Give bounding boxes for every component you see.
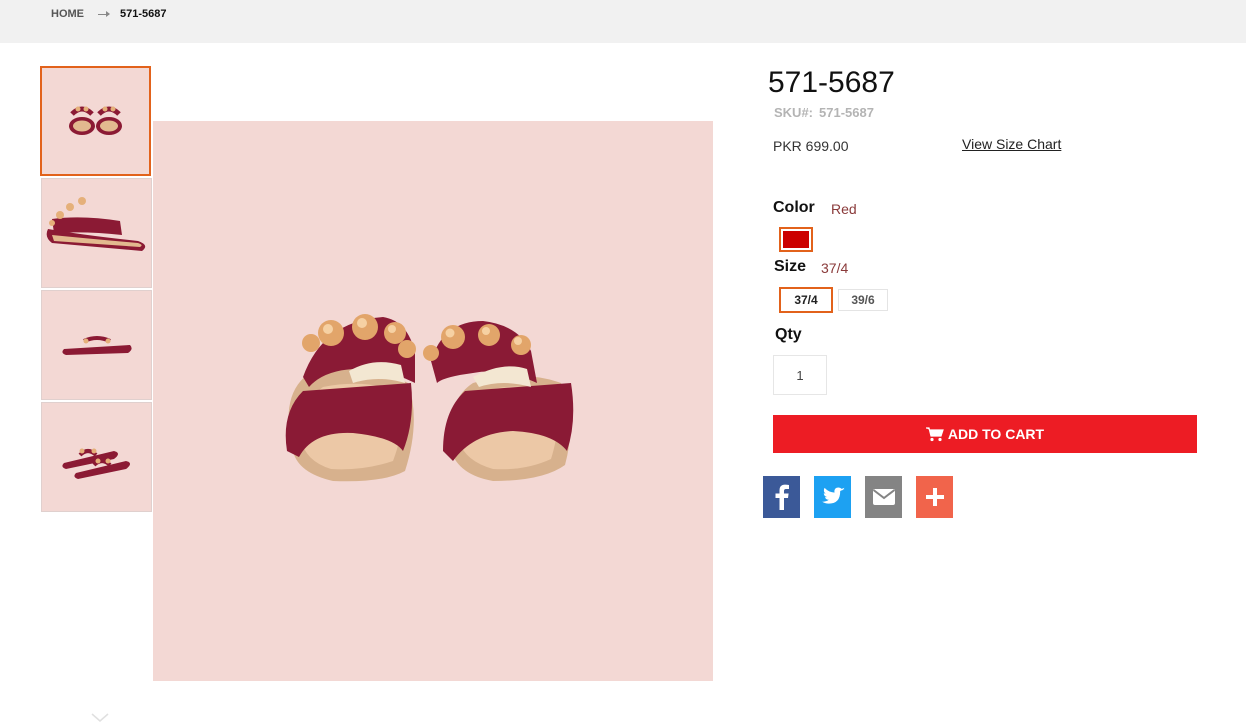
size-value: 37/4	[821, 260, 849, 276]
breadcrumb-bar: HOME 571-5687	[0, 0, 1246, 43]
thumbnail-pair-top[interactable]	[41, 402, 152, 512]
breadcrumb: HOME 571-5687	[51, 8, 167, 20]
size-option-39-6[interactable]: 39/6	[838, 289, 888, 311]
view-size-chart-link[interactable]: View Size Chart	[962, 136, 1061, 152]
sandal-image	[285, 314, 574, 482]
sku-label: SKU#:	[774, 105, 814, 120]
color-label: Color	[773, 199, 815, 216]
plus-icon	[925, 488, 944, 506]
share-email-button[interactable]	[865, 476, 902, 518]
cart-icon	[925, 426, 944, 441]
email-icon	[872, 489, 895, 505]
size-option-37-4[interactable]: 37/4	[779, 287, 833, 313]
breadcrumb-home-link[interactable]: HOME	[51, 8, 84, 20]
thumbnail-front[interactable]	[40, 66, 151, 176]
arrow-right-icon	[98, 10, 110, 17]
qty-label: Qty	[775, 326, 802, 343]
facebook-icon	[775, 484, 789, 510]
share-twitter-button[interactable]	[814, 476, 851, 518]
product-title: 571-5687	[768, 66, 895, 99]
chevron-down-icon[interactable]	[90, 712, 110, 724]
size-label: Size	[774, 258, 807, 275]
product-price: PKR 699.00	[773, 138, 849, 154]
breadcrumb-current: 571-5687	[120, 8, 167, 20]
color-value: Red	[831, 201, 857, 217]
share-more-button[interactable]	[916, 476, 953, 518]
add-to-cart-button[interactable]: ADD TO CART	[773, 415, 1197, 453]
twitter-icon	[821, 487, 845, 504]
thumbnail-side[interactable]	[41, 290, 152, 400]
color-swatch-fill	[783, 231, 809, 248]
sku-line: SKU#: 571-5687	[774, 105, 874, 120]
main-product-image	[153, 121, 713, 681]
sku-value: 571-5687	[819, 105, 874, 120]
add-to-cart-label: ADD TO CART	[947, 426, 1045, 442]
thumbnail-side-angle[interactable]	[41, 178, 152, 288]
color-swatch-red[interactable]	[779, 227, 813, 252]
share-facebook-button[interactable]	[763, 476, 800, 518]
qty-input[interactable]	[773, 355, 827, 395]
